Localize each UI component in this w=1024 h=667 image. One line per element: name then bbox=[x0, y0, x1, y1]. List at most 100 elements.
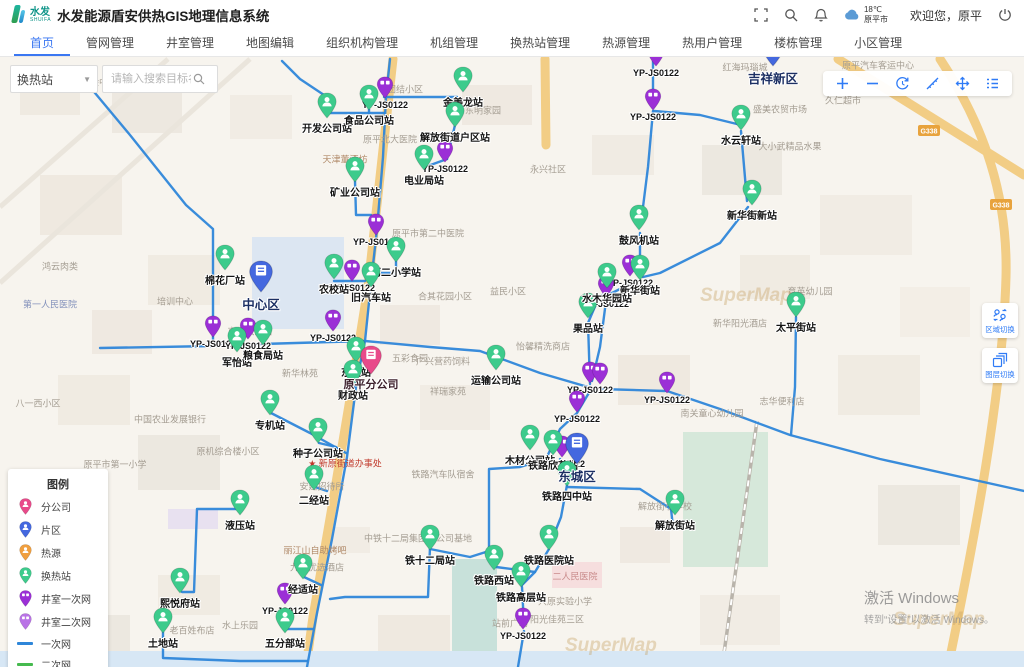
legend-item-label: 片区 bbox=[41, 522, 61, 537]
district-marker-label: 东城区 bbox=[558, 466, 596, 485]
layer-switch-button[interactable]: 图层切换 bbox=[982, 348, 1018, 383]
tab-6[interactable]: 机组管理 bbox=[414, 30, 494, 56]
station-marker-label: 五分部站 bbox=[265, 635, 305, 650]
tab-9[interactable]: 热用户管理 bbox=[666, 30, 758, 56]
tab-5[interactable]: 组织机构管理 bbox=[310, 30, 414, 56]
well-marker-label: YP-JS0122 bbox=[630, 112, 676, 122]
map-poi-label: 怡馨精洗商店 bbox=[516, 340, 570, 353]
map-poi-label: 中国农业发展银行 bbox=[134, 413, 206, 426]
legend-pin-icon bbox=[17, 521, 33, 538]
tab-7[interactable]: 换热站管理 bbox=[494, 30, 586, 56]
search-category-value: 换热站 bbox=[17, 71, 53, 88]
legend-item: 一次网 bbox=[17, 636, 99, 651]
map-poi-label: 永兴社区 bbox=[530, 163, 566, 176]
map-canvas[interactable]: G338G338 原平实验中学团结小区东明家园原平北大医院天津董酒坊永兴社区红海… bbox=[0, 57, 1024, 667]
station-marker-label: 旧汽车站 bbox=[351, 289, 391, 304]
map-poi-label: 新华林苑 bbox=[282, 367, 318, 380]
map-poi-label: 广兴营药饲料 bbox=[416, 355, 470, 368]
weather-widget[interactable]: 18℃ 原平市 bbox=[844, 5, 888, 25]
branch-marker-label: 原平分公司 bbox=[344, 376, 399, 392]
search-input[interactable] bbox=[109, 72, 193, 86]
station-marker-label: 粮食局站 bbox=[243, 347, 283, 362]
reset-view-button[interactable] bbox=[895, 76, 910, 91]
station-marker-label: 矿业公司站 bbox=[330, 184, 380, 199]
station-marker-label: 棉花厂站 bbox=[205, 272, 245, 287]
search-category-select[interactable]: 换热站 ▼ bbox=[10, 65, 98, 93]
station-marker-label: 铁路高层站 bbox=[496, 589, 546, 604]
station-marker-label: 解放街站 bbox=[655, 517, 695, 532]
tab-8[interactable]: 热源管理 bbox=[586, 30, 666, 56]
legend-item-label: 井室一次网 bbox=[41, 591, 91, 606]
station-marker-label: 鼓风机站 bbox=[619, 232, 659, 247]
station-marker-label: 液压站 bbox=[225, 517, 255, 532]
station-marker-label: 铁十二局站 bbox=[405, 552, 455, 567]
map-poi-label: 合其花园小区 bbox=[418, 290, 472, 303]
main-nav: 首页管网管理井室管理地图编辑组织机构管理机组管理换热站管理热源管理热用户管理楼栋… bbox=[0, 30, 1024, 57]
tab-10[interactable]: 楼栋管理 bbox=[758, 30, 838, 56]
map-poi-label: 原平北大医院 bbox=[363, 133, 417, 146]
chevron-down-icon: ▼ bbox=[83, 75, 91, 84]
measure-button[interactable] bbox=[925, 76, 940, 91]
station-marker-label: 铁路医院站 bbox=[524, 552, 574, 567]
bell-icon[interactable] bbox=[814, 8, 828, 22]
map-poi-label: 原机综合楼小区 bbox=[196, 445, 259, 458]
legend-item: 分公司 bbox=[17, 498, 99, 515]
legend-line-icon bbox=[17, 642, 33, 645]
tab-3[interactable]: 井室管理 bbox=[150, 30, 230, 56]
station-marker-label: 新华街新站 bbox=[727, 207, 777, 222]
supermap-watermark: SuperMap bbox=[893, 609, 985, 631]
logout-icon[interactable] bbox=[998, 8, 1012, 22]
station-marker-label: 太平街站 bbox=[776, 319, 816, 334]
legend-item: 热源 bbox=[17, 544, 99, 561]
map-poi-label: 水上乐园 bbox=[222, 619, 258, 632]
map-poi-label: 八一西小区 bbox=[15, 397, 60, 410]
district-marker-label: 中心区 bbox=[242, 294, 280, 313]
tab-4[interactable]: 地图编辑 bbox=[230, 30, 310, 56]
zoom-in-button[interactable] bbox=[835, 76, 850, 91]
legend-pin-icon bbox=[17, 567, 33, 584]
pan-button[interactable] bbox=[955, 76, 970, 91]
well-marker-label: YP-JS0122 bbox=[633, 68, 679, 78]
welcome-text: 欢迎您，原平 bbox=[910, 7, 982, 24]
legend-pin-icon bbox=[17, 498, 33, 515]
map-poi-label: 培训中心 bbox=[157, 295, 193, 308]
map-poi-label: 新华阳光酒店 bbox=[713, 317, 767, 330]
weather-city: 原平市 bbox=[864, 15, 888, 25]
map-poi-label: 志华便利店 bbox=[759, 395, 804, 408]
legend-item: 片区 bbox=[17, 521, 99, 538]
layer-list-button[interactable] bbox=[985, 76, 1000, 91]
search-icon[interactable] bbox=[784, 8, 798, 22]
map-poi-label: 第一人民医院 bbox=[23, 298, 77, 311]
legend-item-label: 分公司 bbox=[41, 499, 71, 514]
map-legend: 图例 分公司片区热源换热站井室一次网井室二次网一次网二次网大楼 bbox=[8, 469, 108, 667]
zoom-out-button[interactable] bbox=[865, 76, 880, 91]
search-magnifier-icon[interactable] bbox=[193, 73, 205, 85]
tab-1[interactable]: 首页 bbox=[14, 30, 70, 56]
map-toolbar bbox=[823, 71, 1012, 96]
map-poi-label: 二人民医院 bbox=[552, 570, 597, 583]
tab-11[interactable]: 小区管理 bbox=[838, 30, 918, 56]
map-poi-label: 阳光佳苑三区 bbox=[530, 613, 584, 626]
legend-item-label: 热源 bbox=[41, 545, 61, 560]
map-poi-label: 五彩食园 bbox=[392, 352, 428, 365]
legend-item: 换热站 bbox=[17, 567, 99, 584]
well-marker-label: YP-JS0122 bbox=[644, 395, 690, 405]
station-marker-label: 电业局站 bbox=[404, 172, 444, 187]
map-marker-layer: 原平实验中学团结小区东明家园原平北大医院天津董酒坊永兴社区红海玛瑙城原平汽车客运… bbox=[0, 57, 1024, 667]
station-marker-label: 水云轩站 bbox=[721, 132, 761, 147]
legend-title: 图例 bbox=[17, 476, 99, 492]
fullscreen-icon[interactable] bbox=[754, 8, 768, 22]
station-marker-label: 果品站 bbox=[573, 320, 603, 335]
map-poi-label: 铁路汽车队宿舍 bbox=[411, 468, 474, 481]
region-switch-button[interactable]: 区域切换 bbox=[982, 303, 1018, 338]
search-input-wrap bbox=[102, 65, 218, 93]
station-marker-label: 运输公司站 bbox=[471, 372, 521, 387]
region-switch-label: 区域切换 bbox=[985, 324, 1014, 334]
page-title: 水发能源盾安供热GIS地理信息系统 bbox=[57, 5, 269, 25]
legend-item: 井室一次网 bbox=[17, 590, 99, 607]
legend-item-label: 换热站 bbox=[41, 568, 71, 583]
station-marker-label: 土地站 bbox=[148, 635, 178, 650]
well-marker-label: YP-JS0122 bbox=[554, 414, 600, 424]
map-poi-label: 兴原实验小学 bbox=[538, 595, 592, 608]
tab-2[interactable]: 管网管理 bbox=[70, 30, 150, 56]
